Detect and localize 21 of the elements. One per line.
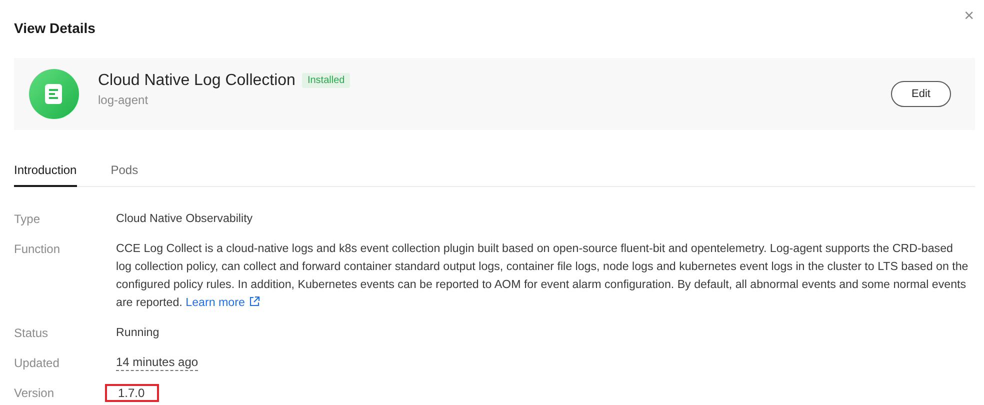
plugin-name: Cloud Native Log Collection bbox=[98, 72, 296, 90]
detail-label: Version bbox=[14, 385, 56, 402]
detail-label: Updated bbox=[14, 355, 60, 372]
external-link-icon bbox=[248, 296, 260, 307]
edit-button[interactable]: Edit bbox=[891, 81, 951, 107]
detail-value: 14 minutes ago bbox=[116, 354, 198, 371]
plugin-id: log-agent bbox=[98, 92, 150, 106]
detail-label: Type bbox=[14, 211, 42, 228]
tab[interactable]: Introduction bbox=[14, 163, 77, 187]
detail-value: Cloud Native Observability bbox=[116, 211, 254, 227]
detail-label: Status bbox=[14, 325, 50, 342]
description-text: CCE Log Collect is a cloud-native logs and k8s event collection plugin built based on open-source fluent-bit and opentelemetry. Log-agent supports the CRD-based log collection policy, can collect and forward container standard output logs, container file logs, node logs and kubernetes event logs in the cluster to LTS based on the configured policy rules. In addition, Kubernetes events can be reported to AOM for event alarm configuration. By default, all abnormal events and some normal events are reported. Learn more bbox=[116, 241, 970, 311]
dialog-title: View Details bbox=[14, 19, 96, 38]
learn-more-link[interactable]: Learn more bbox=[186, 296, 260, 309]
highlighted-value: 1.7.0 bbox=[105, 384, 159, 402]
tab[interactable]: Pods bbox=[110, 163, 138, 187]
document-icon bbox=[29, 69, 79, 119]
detail-label: Function bbox=[14, 241, 62, 258]
close-button[interactable]: × bbox=[960, 4, 978, 28]
detail-value: Running bbox=[116, 325, 160, 341]
status-badge: Installed bbox=[302, 73, 350, 88]
